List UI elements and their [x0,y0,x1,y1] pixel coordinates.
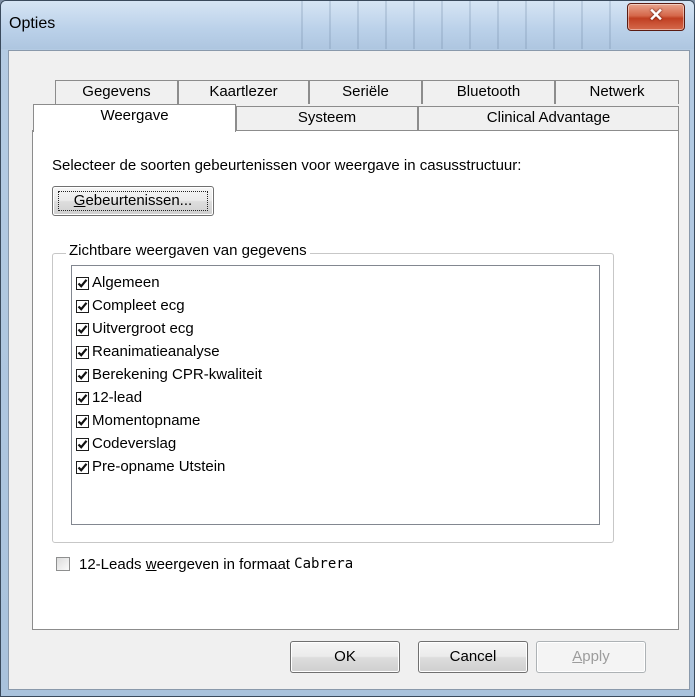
checkbox[interactable] [76,345,89,359]
tab-label: Clinical Advantage [486,109,611,126]
apply-button[interactable]: Apply [536,641,646,673]
tab-label: Netwerk [589,83,645,100]
checkmark-icon [77,347,88,357]
tab-systeem[interactable]: Systeem [236,106,418,130]
cabrera-format-option[interactable]: 12-Leads w eergeven in formaat Cabrera [56,553,353,575]
checkmark-icon [77,393,88,403]
checkbox[interactable] [76,299,89,313]
checkbox[interactable] [76,437,89,451]
events-button[interactable]: Gebeurtenissen... [52,186,214,216]
list-item-label: Algemeen [92,274,160,291]
tab-weergave[interactable]: Weergave [33,104,236,132]
list-item-label: Berekening CPR-kwaliteit [92,366,263,383]
list-item[interactable]: Algemeen [76,272,160,294]
tab-clinical-advantage[interactable]: Clinical Advantage [418,106,679,130]
checkmark-icon [77,462,88,472]
cabrera-label-mnemonic: w [145,555,157,573]
tab-label: Seriële [342,83,389,100]
cabrera-label-part: eergeven in formaat [156,555,295,573]
cancel-button[interactable]: Cancel [418,641,528,673]
checkmark-icon [77,278,88,288]
list-item[interactable]: Reanimatieanalyse [76,341,220,363]
list-item-label: Codeverslag [92,435,177,452]
tab-label: Gegevens [82,83,151,100]
tab-bluetooth[interactable]: Bluetooth [422,80,555,104]
tab-gegevens[interactable]: Gegevens [55,80,178,104]
checkmark-icon [77,301,88,311]
tab-label: Weergave [100,107,169,124]
list-item[interactable]: Codeverslag [76,433,176,455]
background-glass [301,1,621,49]
tab-kaartlezer[interactable]: Kaartlezer [178,80,309,104]
checkbox[interactable] [76,368,89,382]
list-item-label: Compleet ecg [92,297,185,314]
ok-button[interactable]: OK [290,641,400,673]
cabrera-label-part: 12-Leads [79,555,146,573]
list-item-label: Uitvergroot ecg [92,320,194,337]
cabrera-label-mono: Cabrera [294,556,354,572]
checkmark-icon [77,416,88,426]
checkbox[interactable] [76,276,89,290]
list-item-label: 12-lead [92,389,143,406]
list-item[interactable]: Momentopname [76,410,200,432]
tab-label: Kaartlezer [209,83,278,100]
checkbox[interactable] [76,391,89,405]
checkmark-icon [77,439,88,449]
tab-seriele[interactable]: Seriële [309,80,422,104]
checkmark-icon [77,324,88,334]
tab-label: Systeem [297,109,357,126]
title-bar: Opties ✕ [1,1,694,49]
list-item-label: Reanimatieanalyse [92,343,220,360]
checkmark-icon [77,370,88,380]
checkbox[interactable] [76,322,89,336]
cabrera-checkbox[interactable] [56,557,70,571]
tab-netwerk[interactable]: Netwerk [555,80,679,104]
tab-label: Bluetooth [456,83,521,100]
close-button[interactable]: ✕ [627,3,685,31]
list-item[interactable]: Uitvergroot ecg [76,318,194,340]
button-label: pply [582,648,610,665]
list-item-label: Pre-opname Utstein [92,458,226,475]
event-types-prompt: Selecteer de soorten gebeurtenissen voor… [52,157,522,174]
close-icon: ✕ [648,5,664,25]
visible-views-label: Zichtbare weergaven van gegevens [66,242,310,259]
list-item[interactable]: Pre-opname Utstein [76,456,225,478]
list-item[interactable]: 12-lead [76,387,142,409]
focus-rectangle [58,191,208,211]
mnemonic-letter: A [572,648,583,665]
checkbox[interactable] [76,414,89,428]
list-item-label: Momentopname [92,412,201,429]
list-item[interactable]: Compleet ecg [76,295,185,317]
list-item[interactable]: Berekening CPR-kwaliteit [76,364,262,386]
checkbox[interactable] [76,460,89,474]
window-title: Opties [9,15,56,32]
